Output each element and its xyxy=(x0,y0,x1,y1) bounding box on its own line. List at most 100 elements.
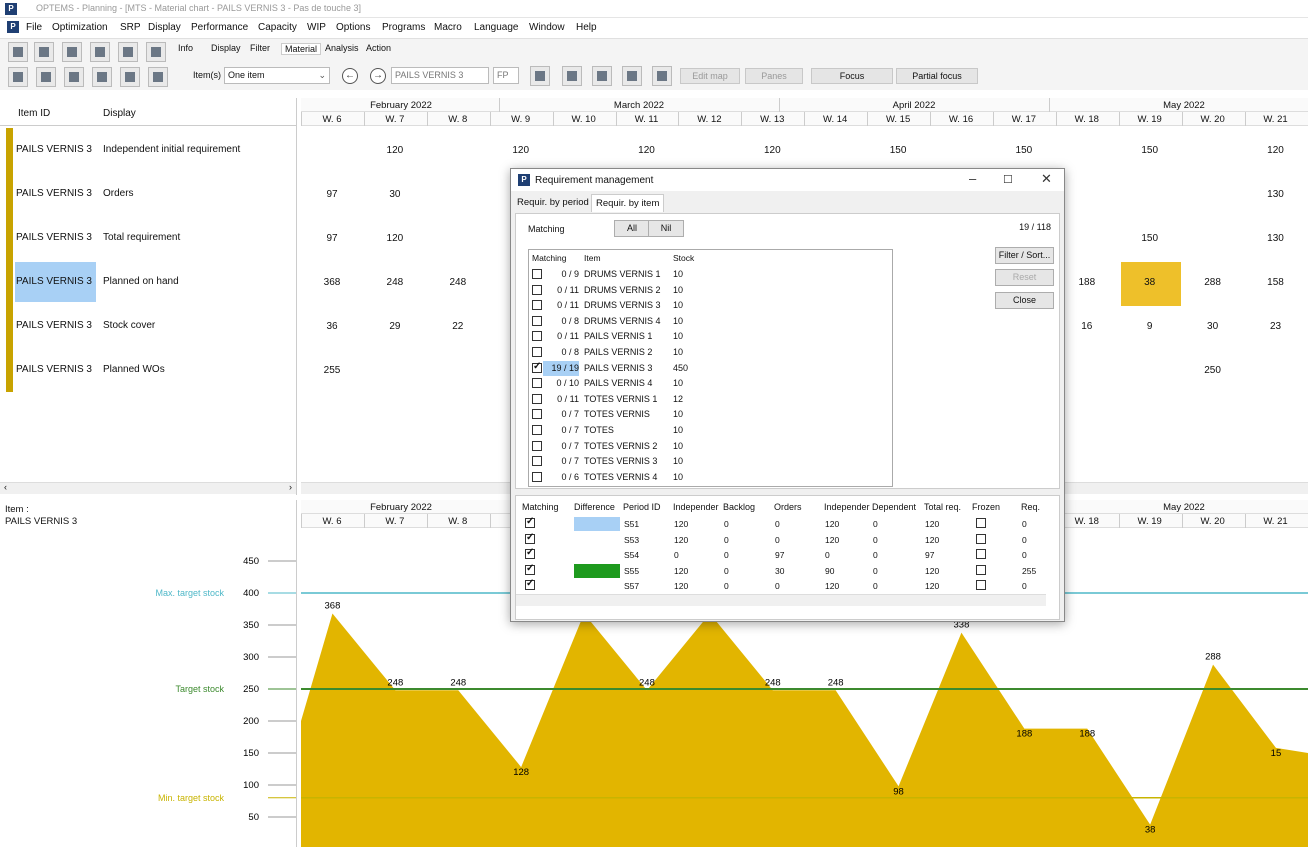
next-icon[interactable]: → xyxy=(370,68,386,84)
calculator-icon[interactable] xyxy=(90,42,110,62)
grid-row[interactable]: PAILS VERNIS 3 Independent initial requir… xyxy=(6,128,296,172)
item-list[interactable]: Matching Item Stock 0 / 9 DRUMS VERNIS 1 1… xyxy=(528,249,893,487)
grid-value[interactable]: 120 xyxy=(496,145,546,156)
grid-value[interactable]: 150 xyxy=(1125,233,1175,244)
table-icon[interactable] xyxy=(118,42,138,62)
partial-focus-button[interactable]: Partial focus xyxy=(896,68,978,84)
row-checkbox[interactable] xyxy=(525,547,535,560)
frozen-checkbox[interactable] xyxy=(976,564,986,575)
grid-value[interactable]: 130 xyxy=(1251,233,1301,244)
grid-value[interactable]: 288 xyxy=(1188,277,1238,288)
tab-requir-by-period[interactable]: Requir. by period xyxy=(513,194,593,211)
row-checkbox[interactable] xyxy=(525,578,535,591)
grid-row[interactable]: PAILS VERNIS 3 Total requirement xyxy=(6,216,296,260)
chart-icon[interactable] xyxy=(8,67,28,87)
edit-map-button[interactable]: Edit map xyxy=(680,68,740,84)
item-checkbox[interactable] xyxy=(532,471,542,482)
reset-button[interactable]: Reset xyxy=(995,269,1054,286)
nil-button[interactable]: Nil xyxy=(648,220,684,237)
row-checkbox[interactable] xyxy=(525,532,535,544)
header-display[interactable]: Display xyxy=(103,108,136,119)
close-icon[interactable]: ✕ xyxy=(1041,171,1052,187)
tab-requir-by-item[interactable]: Requir. by item xyxy=(591,194,665,212)
grid-value[interactable]: 36 xyxy=(307,321,357,332)
grid-value[interactable]: 255 xyxy=(307,365,357,376)
menu-help[interactable]: Help xyxy=(576,22,597,33)
menu-capacity[interactable]: Capacity xyxy=(258,22,297,33)
frozen-checkbox[interactable] xyxy=(976,580,986,591)
list-item[interactable]: 0 / 11 DRUMS VERNIS 3 10 xyxy=(529,298,892,314)
menu-window[interactable]: Window xyxy=(529,22,565,33)
grid-value[interactable]: 368 xyxy=(307,277,357,288)
list-item[interactable]: 0 / 7 TOTES VERNIS 3 10 xyxy=(529,454,892,470)
item-checkbox[interactable] xyxy=(532,456,542,467)
list-item[interactable]: 0 / 7 TOTES 10 xyxy=(529,423,892,439)
row-checkbox[interactable] xyxy=(525,563,535,575)
panes-button[interactable]: Panes xyxy=(745,68,803,84)
grid-value[interactable]: 150 xyxy=(873,145,923,156)
header-item-id[interactable]: Item ID xyxy=(18,108,50,119)
maximize-icon[interactable]: ☐ xyxy=(1003,173,1013,186)
grid-value[interactable]: 9 xyxy=(1125,321,1175,332)
grid-value[interactable]: 38 xyxy=(1125,277,1175,288)
grid-value[interactable]: 150 xyxy=(999,145,1049,156)
list-item[interactable]: 0 / 8 DRUMS VERNIS 4 10 xyxy=(529,314,892,330)
grid-icon[interactable] xyxy=(36,67,56,87)
save-icon[interactable] xyxy=(34,42,54,62)
tab-display[interactable]: Display xyxy=(211,43,241,53)
document-icon[interactable] xyxy=(530,66,550,86)
all-button[interactable]: All xyxy=(614,220,650,237)
menu-display[interactable]: Display xyxy=(148,22,181,33)
list-item[interactable]: 0 / 7 TOTES VERNIS 10 xyxy=(529,407,892,423)
grid-value[interactable]: 23 xyxy=(1251,321,1301,332)
tab-filter[interactable]: Filter xyxy=(250,43,270,53)
horizontal-scrollbar[interactable]: ‹ › xyxy=(0,482,296,494)
grid-value[interactable]: 120 xyxy=(1251,145,1301,156)
grid-value[interactable]: 158 xyxy=(1251,277,1301,288)
open-icon[interactable] xyxy=(8,42,28,62)
grid-value[interactable]: 30 xyxy=(1188,321,1238,332)
grid-value[interactable]: 248 xyxy=(433,277,483,288)
tab-action[interactable]: Action xyxy=(366,43,391,53)
table-scrollbar[interactable] xyxy=(516,594,1046,606)
menu-options[interactable]: Options xyxy=(336,22,370,33)
grid-value[interactable]: 188 xyxy=(1062,277,1112,288)
grid-value[interactable]: 29 xyxy=(370,321,420,332)
menu-language[interactable]: Language xyxy=(474,22,519,33)
menu-app-icon[interactable]: P xyxy=(7,21,19,33)
tab-material[interactable]: Material xyxy=(281,43,322,55)
items-select[interactable]: One item ⌄ xyxy=(224,67,330,84)
undo-icon[interactable] xyxy=(62,42,82,62)
frozen-checkbox[interactable] xyxy=(976,533,986,544)
list-item[interactable]: 0 / 11 PAILS VERNIS 1 10 xyxy=(529,329,892,345)
menu-optimization[interactable]: Optimization xyxy=(52,22,108,33)
grid-value[interactable]: 248 xyxy=(370,277,420,288)
filter-icon[interactable] xyxy=(146,42,166,62)
list-item[interactable]: 0 / 11 DRUMS VERNIS 2 10 xyxy=(529,283,892,299)
filter-sort-button[interactable]: Filter / Sort... xyxy=(995,247,1054,264)
frozen-checkbox[interactable] xyxy=(976,518,986,528)
grid-value[interactable]: 120 xyxy=(747,145,797,156)
grid-value[interactable]: 250 xyxy=(1188,365,1238,376)
item-checkbox[interactable] xyxy=(532,331,542,342)
grid-row[interactable]: PAILS VERNIS 3 Orders xyxy=(6,172,296,216)
item-checkbox[interactable] xyxy=(532,425,542,435)
fp-field[interactable]: FP xyxy=(493,67,519,84)
item-checkbox[interactable] xyxy=(532,284,542,295)
list-item[interactable]: 0 / 10 PAILS VERNIS 4 10 xyxy=(529,376,892,392)
grid-value[interactable]: 120 xyxy=(370,145,420,156)
menu-srp[interactable]: SRP xyxy=(120,22,141,33)
grid-value[interactable]: 130 xyxy=(1251,189,1301,200)
window-icon[interactable] xyxy=(64,67,84,87)
item-checkbox[interactable] xyxy=(532,440,542,451)
minimize-icon[interactable]: – xyxy=(969,171,976,186)
item-checkbox[interactable] xyxy=(532,347,542,357)
item-checkbox[interactable] xyxy=(532,269,542,279)
list-item[interactable]: 0 / 7 TOTES VERNIS 2 10 xyxy=(529,439,892,455)
menu-wip[interactable]: WIP xyxy=(307,22,326,33)
menu-programs[interactable]: Programs xyxy=(382,22,425,33)
grid-row[interactable]: PAILS VERNIS 3 Planned WOs xyxy=(6,348,296,392)
palette-icon[interactable] xyxy=(120,67,140,87)
grid-value[interactable]: 97 xyxy=(307,233,357,244)
menu-performance[interactable]: Performance xyxy=(191,22,248,33)
